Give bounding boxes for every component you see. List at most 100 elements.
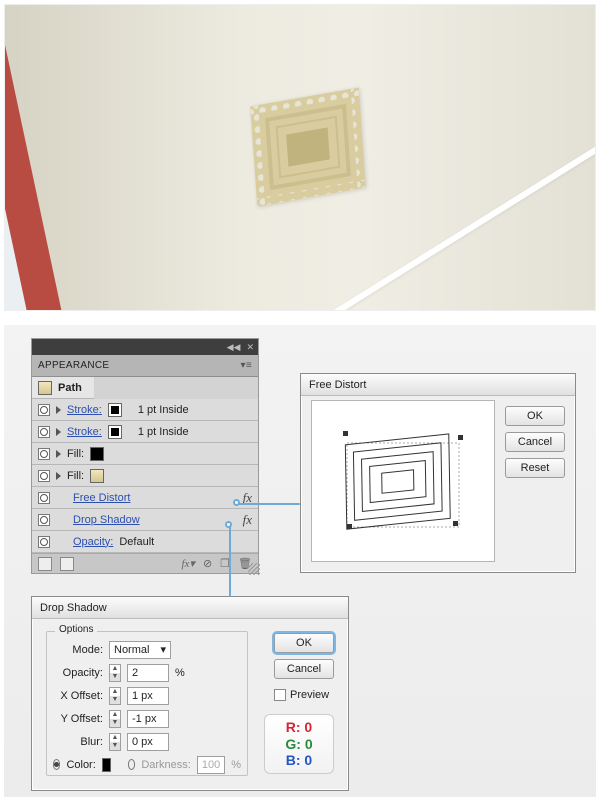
- effect-drop-shadow[interactable]: Drop Shadow: [73, 514, 140, 526]
- connector-line: [229, 525, 231, 597]
- appearance-effect-row[interactable]: Drop Shadow fx: [32, 509, 258, 531]
- blur-input[interactable]: 0 px: [127, 733, 169, 751]
- appearance-opacity-row[interactable]: Opacity: Default: [32, 531, 258, 553]
- yoffset-input[interactable]: -1 px: [127, 710, 169, 728]
- swatch-icon[interactable]: [60, 557, 74, 571]
- appearance-panel: ◀◀ ✕ APPEARANCE ▾≡ Path Stroke: 1 pt Insi…: [31, 338, 259, 574]
- stroke-swatch[interactable]: [108, 403, 122, 417]
- rgb-r: R: 0: [286, 719, 312, 736]
- target-label: Path: [58, 382, 82, 394]
- appearance-effect-row[interactable]: Free Distort fx: [32, 487, 258, 509]
- fill-label: Fill:: [67, 448, 84, 460]
- visibility-icon[interactable]: [38, 448, 50, 460]
- collapse-icon[interactable]: ◀◀: [227, 342, 241, 353]
- visibility-icon[interactable]: [38, 426, 50, 438]
- visibility-icon[interactable]: [38, 404, 50, 416]
- mode-select[interactable]: Normal▾: [109, 641, 171, 659]
- panel-title: APPEARANCE: [38, 360, 109, 371]
- appearance-target-row[interactable]: Path: [32, 377, 94, 399]
- fill-swatch[interactable]: [90, 447, 104, 461]
- blur-row: Blur: ▲▼ 0 px: [47, 730, 247, 753]
- darkness-label: Darkness:: [141, 759, 191, 771]
- appearance-fill-row[interactable]: Fill:: [32, 465, 258, 487]
- appearance-fill-row[interactable]: Fill:: [32, 443, 258, 465]
- opacity-input[interactable]: 2: [127, 664, 169, 682]
- connector-dot: [225, 521, 232, 528]
- darkness-radio[interactable]: [128, 759, 135, 770]
- stepper[interactable]: ▲▼: [109, 710, 121, 728]
- free-distort-dialog: Free Distort OK Cancel Res: [300, 373, 576, 573]
- mode-row: Mode: Normal▾: [47, 638, 247, 661]
- xoffset-input[interactable]: 1 px: [127, 687, 169, 705]
- fx-icon[interactable]: fx: [243, 512, 252, 528]
- color-row: Color: Darkness: 100 %: [47, 753, 247, 776]
- connector-line: [237, 503, 300, 505]
- opacity-label[interactable]: Opacity:: [73, 536, 113, 548]
- rgb-g: G: 0: [285, 736, 312, 753]
- preview-label: Preview: [290, 689, 329, 701]
- darkness-input: 100: [197, 756, 225, 774]
- stroke-label[interactable]: Stroke:: [67, 404, 102, 416]
- rgb-b: B: 0: [286, 752, 312, 769]
- connector-dot: [233, 499, 240, 506]
- xoffset-label: X Offset:: [53, 690, 103, 702]
- color-swatch[interactable]: [102, 758, 111, 772]
- dialog-title[interactable]: Drop Shadow: [32, 597, 348, 619]
- fill-swatch[interactable]: [90, 469, 104, 483]
- reset-button[interactable]: Reset: [505, 458, 565, 478]
- panel-tab-bar[interactable]: ◀◀ ✕: [32, 339, 258, 355]
- dialog-title[interactable]: Free Distort: [301, 374, 575, 396]
- stepper[interactable]: ▲▼: [109, 733, 121, 751]
- mode-label: Mode:: [53, 644, 103, 656]
- stepper[interactable]: ▲▼: [109, 687, 121, 705]
- yoffset-label: Y Offset:: [53, 713, 103, 725]
- distort-wireframe[interactable]: [333, 421, 473, 541]
- expand-icon[interactable]: [56, 428, 61, 436]
- stroke-meta: 1 pt Inside: [138, 426, 189, 438]
- options-group: Options Mode: Normal▾ Opacity: ▲▼ 2 % X …: [46, 631, 248, 776]
- visibility-icon[interactable]: [38, 514, 50, 526]
- postage-stamp: [250, 87, 365, 206]
- no-fill-icon[interactable]: [38, 557, 52, 571]
- close-icon[interactable]: ✕: [246, 342, 254, 353]
- clear-icon[interactable]: ⊘: [203, 557, 212, 570]
- preview-checkbox[interactable]: [274, 689, 286, 701]
- visibility-icon[interactable]: [38, 492, 50, 504]
- pct-label: %: [231, 759, 241, 771]
- resize-grip[interactable]: [248, 563, 260, 575]
- expand-icon[interactable]: [56, 472, 61, 480]
- ok-button[interactable]: OK: [505, 406, 565, 426]
- visibility-icon[interactable]: [38, 536, 50, 548]
- pct-label: %: [175, 667, 185, 679]
- add-fx-icon[interactable]: fx▾: [181, 557, 194, 570]
- panel-header[interactable]: APPEARANCE ▾≡: [32, 355, 258, 377]
- opacity-value: Default: [119, 536, 154, 548]
- appearance-stroke-row[interactable]: Stroke: 1 pt Inside: [32, 399, 258, 421]
- drop-shadow-dialog: Drop Shadow Options Mode: Normal▾ Opacit…: [31, 596, 349, 791]
- free-distort-preview[interactable]: [311, 400, 495, 562]
- cancel-button[interactable]: Cancel: [505, 432, 565, 452]
- appearance-stroke-row[interactable]: Stroke: 1 pt Inside: [32, 421, 258, 443]
- effect-free-distort[interactable]: Free Distort: [73, 492, 130, 504]
- artboard-preview: [4, 4, 596, 311]
- stepper[interactable]: ▲▼: [109, 664, 121, 682]
- stroke-label[interactable]: Stroke:: [67, 426, 102, 438]
- opacity-label: Opacity:: [53, 667, 103, 679]
- target-thumb: [38, 381, 52, 395]
- panel-footer: fx▾ ⊘ ❐ 🗑: [32, 553, 258, 573]
- ok-button[interactable]: OK: [274, 633, 334, 653]
- expand-icon[interactable]: [56, 406, 61, 414]
- blur-label: Blur:: [53, 736, 103, 748]
- fill-label: Fill:: [67, 470, 84, 482]
- rgb-readout: R: 0 G: 0 B: 0: [264, 714, 334, 774]
- expand-icon[interactable]: [56, 450, 61, 458]
- panel-menu-icon[interactable]: ▾≡: [241, 360, 252, 371]
- yoffset-row: Y Offset: ▲▼ -1 px: [47, 707, 247, 730]
- panel-area: ◀◀ ✕ APPEARANCE ▾≡ Path Stroke: 1 pt Insi…: [4, 325, 596, 797]
- stroke-swatch[interactable]: [108, 425, 122, 439]
- cancel-button[interactable]: Cancel: [274, 659, 334, 679]
- color-label: Color:: [66, 759, 95, 771]
- visibility-icon[interactable]: [38, 470, 50, 482]
- xoffset-row: X Offset: ▲▼ 1 px: [47, 684, 247, 707]
- color-radio[interactable]: [53, 759, 60, 770]
